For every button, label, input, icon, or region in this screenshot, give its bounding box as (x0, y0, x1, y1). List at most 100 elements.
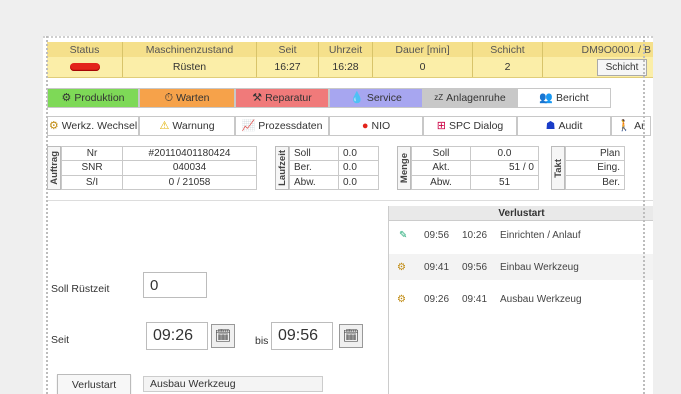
menge-value: 51 / 0 (470, 160, 539, 176)
mode-label: Warten (176, 92, 210, 104)
table-row: Soll 0.0 (411, 145, 539, 162)
list-item-from: 09:41 (424, 261, 450, 273)
list-item[interactable]: ✎ 09:56 10:26 Einrichten / Anlauf (389, 222, 653, 248)
soll-ruestzeit-label: Soll Rüstzeit (51, 283, 110, 295)
audit-icon: ☗ (545, 119, 556, 132)
laufzeit-key: Ber. (289, 160, 339, 176)
table-row: Ber. (565, 174, 625, 191)
tool-label: SPC Dialog (448, 120, 504, 132)
mode-button-produktion[interactable]: ⚙ Produktion (47, 88, 139, 108)
menge-key: Abw. (411, 174, 471, 191)
laufzeit-table: Soll 0.0 Ber. 0.0 Abw. 0.0 (289, 145, 379, 191)
mode-button-row: ⚙ Produktion ⏱ Warten ⚒ Reparatur 💧 Service … (47, 88, 611, 108)
soll-ruestzeit-field[interactable]: 0 (143, 272, 207, 298)
maschinenzustand-value: Rüsten (123, 57, 257, 77)
laufzeit-title: Laufzeit (276, 150, 288, 186)
people-icon: 👥 (539, 91, 553, 104)
menge-value: 0.0 (470, 145, 539, 162)
window-edge-left (46, 36, 48, 394)
table-row: Akt. 51 / 0 (411, 160, 539, 176)
tool-button-nio[interactable]: ● NIO (329, 116, 423, 136)
red-dot-icon: ● (361, 119, 369, 132)
status-value-row: Rüsten 16:27 16:28 0 2 Schicht (47, 57, 653, 78)
calendar-clock-icon: 🗓 (342, 328, 360, 343)
menge-value: 51 (470, 174, 539, 191)
takt-title: Takt (552, 158, 564, 178)
auftrag-title: Auftrag (48, 151, 60, 185)
window-edge-right (643, 36, 645, 394)
warning-icon: ⚠ (159, 119, 170, 132)
schicht-button-cell: Schicht (543, 57, 653, 77)
tool-button-werkz-wechsel[interactable]: ⚙ Werkz. Wechsel (47, 116, 139, 136)
list-item-text: Einbau Werkzeug (500, 261, 579, 273)
mode-button-anlagenruhe[interactable]: zZ Anlagenruhe (423, 88, 517, 108)
tool-button-ar[interactable]: 🚶 Ar (611, 116, 651, 136)
table-row: Soll 0.0 (289, 145, 379, 162)
table-row: Ber. 0.0 (289, 160, 379, 176)
menge-key: Akt. (411, 160, 471, 176)
bis-calendar-button[interactable]: 🗓 (339, 324, 363, 348)
list-item[interactable]: ⚙ 09:41 09:56 Einbau Werkzeug (389, 254, 653, 280)
schicht-button[interactable]: Schicht (597, 59, 647, 76)
auftrag-value: 040034 (122, 160, 257, 176)
takt-key: Ber. (565, 174, 625, 191)
auftrag-key: SNR (61, 160, 123, 176)
auftrag-value: #20110401180424 (122, 145, 257, 162)
menge-title: Menge (398, 152, 410, 184)
header-seit: Seit (257, 42, 319, 57)
seit-value: 16:27 (257, 57, 319, 77)
mode-label: Service (366, 92, 402, 104)
table-row: SNR 040034 (61, 160, 257, 176)
list-item[interactable]: ⚙ 09:26 09:41 Ausbau Werkzeug (389, 286, 653, 312)
tool-label: Audit (558, 120, 583, 132)
auftrag-value: 0 / 21058 (122, 174, 257, 191)
tool-label: Werkz. Wechsel (61, 120, 138, 132)
tool-label: NIO (371, 120, 391, 132)
table-row: Plan (565, 145, 625, 162)
tool-button-prozessdaten[interactable]: 📈 Prozessdaten (235, 116, 329, 136)
bis-time-field[interactable]: 09:56 (271, 322, 333, 350)
main-window: Status Maschinenzustand Seit Uhrzeit Dau… (43, 36, 653, 394)
list-item-to: 09:41 (462, 293, 488, 305)
zz-icon: zZ (434, 93, 444, 102)
seit-calendar-button[interactable]: 🗓 (211, 324, 235, 348)
list-item-from: 09:56 (424, 229, 450, 241)
tool-button-spc-dialog[interactable]: ⊞ SPC Dialog (423, 116, 517, 136)
seit-label: Seit (51, 334, 70, 346)
menge-table: Soll 0.0 Akt. 51 / 0 Abw. 51 (411, 145, 539, 191)
drop-icon: 💧 (350, 91, 364, 104)
table-row: Nr #20110401180424 (61, 145, 257, 162)
mode-button-warten[interactable]: ⏱ Warten (139, 88, 235, 108)
list-item-from: 09:26 (424, 293, 450, 305)
tool-button-audit[interactable]: ☗ Audit (517, 116, 611, 136)
mode-button-reparatur[interactable]: ⚒ Reparatur (235, 88, 329, 108)
auftrag-table: Nr #20110401180424 SNR 040034 S/I 0 / 21058 (61, 145, 257, 191)
laufzeit-key: Abw. (289, 174, 339, 191)
header-status: Status (47, 42, 123, 57)
tool-button-warnung[interactable]: ⚠ Warnung (139, 116, 235, 136)
tool-label: Warnung (172, 120, 215, 132)
bis-label: bis (255, 335, 269, 347)
takt-key: Plan (565, 145, 625, 162)
header-uhrzeit: Uhrzeit (319, 42, 373, 57)
seit-time-field[interactable]: 09:26 (146, 322, 208, 350)
takt-label: Takt (551, 146, 565, 190)
verlustart-button[interactable]: Verlustart (57, 374, 131, 394)
laufzeit-key: Soll (289, 145, 339, 162)
header-schicht: Schicht (473, 42, 543, 57)
laufzeit-value: 0.0 (338, 160, 379, 176)
info-panels: Auftrag Nr #20110401180424 SNR 040034 S/I 0… (47, 145, 625, 191)
auftrag-key: S/I (61, 174, 123, 191)
tool-change-icon: ⚙ (48, 119, 59, 132)
uhrzeit-value: 16:28 (319, 57, 373, 77)
mode-button-service[interactable]: 💧 Service (329, 88, 423, 108)
menge-label: Menge (397, 146, 411, 190)
mode-label: Reparatur (265, 92, 312, 104)
verlustart-list-header: Verlustart (389, 206, 653, 221)
mode-label: Bericht (556, 92, 589, 104)
ruestzeit-form: Soll Rüstzeit 0 Seit 09:26 🗓 bis 09:56 🗓… (43, 201, 386, 394)
status-header-row: Status Maschinenzustand Seit Uhrzeit Dau… (47, 42, 653, 57)
mode-button-bericht[interactable]: 👥 Bericht (517, 88, 611, 108)
spc-icon: ⊞ (436, 119, 446, 132)
laufzeit-value: 0.0 (338, 145, 379, 162)
